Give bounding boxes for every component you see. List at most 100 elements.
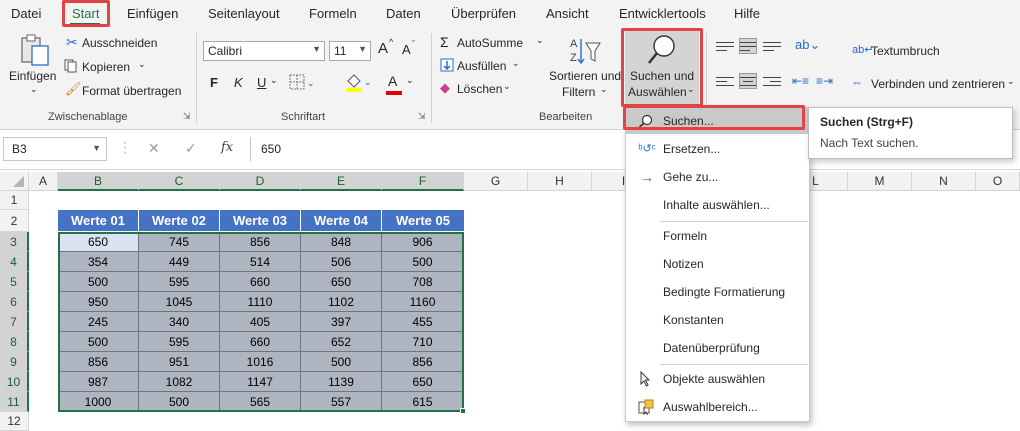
row-header-8[interactable]: 8	[0, 332, 29, 352]
table-cell[interactable]: 856	[220, 232, 301, 252]
table-cell[interactable]: 848	[301, 232, 382, 252]
menu-item-goto-special[interactable]: Inhalte auswählen...	[626, 192, 809, 218]
table-cell[interactable]: 1147	[220, 372, 301, 392]
table-cell[interactable]: 650	[301, 272, 382, 292]
table-header-cell[interactable]: Werte 03	[220, 210, 301, 231]
tab-ueberpruefen[interactable]: Überprüfen	[451, 6, 516, 21]
fill-handle[interactable]	[460, 408, 466, 414]
table-cell[interactable]: 340	[139, 312, 220, 332]
menu-item-constants[interactable]: Konstanten	[626, 307, 809, 333]
copy-button[interactable]: Kopieren	[82, 60, 130, 74]
merge-chevron-icon[interactable]: ⌄	[1007, 76, 1015, 87]
column-header-n[interactable]: N	[912, 172, 976, 191]
align-left-icon[interactable]	[716, 74, 734, 90]
name-box[interactable]: B3 ▼	[3, 137, 107, 161]
table-cell[interactable]: 449	[139, 252, 220, 272]
table-cell[interactable]: 397	[301, 312, 382, 332]
orientation-icon[interactable]: ab⌄	[795, 37, 820, 53]
table-cell[interactable]: 856	[382, 352, 464, 372]
menu-item-formulas[interactable]: Formeln	[626, 223, 809, 249]
grow-font-button[interactable]: A	[378, 40, 388, 57]
align-top-icon[interactable]	[716, 39, 734, 55]
menu-item-select-objects[interactable]: Objekte auswählen	[626, 366, 809, 392]
tab-seitenlayout[interactable]: Seitenlayout	[208, 6, 280, 21]
tab-datei[interactable]: Datei	[11, 6, 41, 21]
table-cell[interactable]: 405	[220, 312, 301, 332]
table-cell[interactable]: 595	[139, 272, 220, 292]
underline-button[interactable]: U	[257, 75, 266, 90]
table-cell[interactable]: 500	[382, 252, 464, 272]
copy-chevron-icon[interactable]: ⌄	[138, 59, 146, 70]
table-header-cell[interactable]: Werte 05	[382, 210, 464, 231]
column-header-g[interactable]: G	[464, 172, 528, 191]
paste-chevron-icon[interactable]: ⌄	[30, 84, 38, 95]
paste-label[interactable]: Einfügen	[9, 69, 56, 83]
table-cell[interactable]: 906	[382, 232, 464, 252]
row-header-9[interactable]: 9	[0, 352, 29, 372]
column-header-f[interactable]: F	[382, 172, 464, 191]
table-cell[interactable]: 1110	[220, 292, 301, 312]
column-header-d[interactable]: D	[220, 172, 301, 191]
table-cell[interactable]: 506	[301, 252, 382, 272]
align-right-icon[interactable]	[763, 74, 781, 90]
table-cell[interactable]: 557	[301, 392, 382, 412]
table-cell[interactable]: 565	[220, 392, 301, 412]
wrap-text-button[interactable]: Textumbruch	[871, 44, 940, 58]
sort-filter-button[interactable]: Sortieren und	[549, 69, 621, 83]
table-cell[interactable]: 652	[301, 332, 382, 352]
table-cell[interactable]: 245	[58, 312, 139, 332]
align-bottom-icon[interactable]	[763, 39, 781, 55]
table-cell[interactable]: 514	[220, 252, 301, 272]
row-header-10[interactable]: 10	[0, 372, 29, 392]
table-cell[interactable]: 455	[382, 312, 464, 332]
autosum-button[interactable]: AutoSumme	[457, 36, 523, 50]
row-header-11[interactable]: 11	[0, 392, 29, 412]
border-icon[interactable]: ⌄	[289, 74, 315, 92]
column-header-m[interactable]: M	[848, 172, 912, 191]
table-cell[interactable]: 745	[139, 232, 220, 252]
menu-item-data-validation[interactable]: Datenüberprüfung	[626, 335, 809, 361]
table-cell[interactable]: 500	[58, 332, 139, 352]
font-name-combo[interactable]: Calibri ▼	[203, 41, 325, 61]
table-cell[interactable]: 1139	[301, 372, 382, 392]
tab-entwicklertools[interactable]: Entwicklertools	[619, 6, 706, 21]
table-cell[interactable]: 951	[139, 352, 220, 372]
table-header-cell[interactable]: Werte 04	[301, 210, 382, 231]
sort-filter-label-line2[interactable]: Filtern	[562, 85, 595, 99]
decrease-indent-icon[interactable]: ⇤≡	[792, 74, 809, 88]
fill-color-icon[interactable]: ⌄	[343, 71, 373, 93]
column-header-b[interactable]: B	[58, 172, 139, 191]
table-cell[interactable]: 1016	[220, 352, 301, 372]
table-cell[interactable]: 500	[139, 392, 220, 412]
column-header-a[interactable]: A	[29, 172, 58, 191]
row-header-6[interactable]: 6	[0, 292, 29, 312]
table-cell[interactable]: 1045	[139, 292, 220, 312]
row-header-1[interactable]: 1	[0, 191, 29, 210]
table-cell[interactable]: 500	[301, 352, 382, 372]
clipboard-launcher-icon[interactable]: ⇲	[183, 111, 191, 122]
autosum-chevron-icon[interactable]: ⌄	[536, 35, 544, 46]
paste-icon[interactable]	[20, 33, 52, 67]
row-header-5[interactable]: 5	[0, 272, 29, 292]
table-cell[interactable]: 987	[58, 372, 139, 392]
table-cell[interactable]: 710	[382, 332, 464, 352]
table-cell[interactable]: 856	[58, 352, 139, 372]
clear-chevron-icon[interactable]: ⌄	[503, 81, 511, 92]
table-cell[interactable]: 950	[58, 292, 139, 312]
tab-ansicht[interactable]: Ansicht	[546, 6, 589, 21]
merge-center-button[interactable]: Verbinden und zentrieren	[871, 77, 1005, 91]
column-header-c[interactable]: C	[139, 172, 220, 191]
table-cell[interactable]: 1082	[139, 372, 220, 392]
table-cell[interactable]: 354	[58, 252, 139, 272]
cut-button[interactable]: Ausschneiden	[82, 36, 157, 50]
insert-function-icon[interactable]: fx	[221, 140, 233, 155]
align-center-icon[interactable]	[739, 73, 757, 89]
font-launcher-icon[interactable]: ⇲	[418, 111, 426, 122]
column-header-e[interactable]: E	[301, 172, 382, 191]
bold-button[interactable]: F	[210, 75, 218, 90]
underline-chevron-icon[interactable]: ⌄	[270, 75, 278, 86]
table-header-cell[interactable]: Werte 02	[139, 210, 220, 231]
table-cell[interactable]: 708	[382, 272, 464, 292]
table-cell[interactable]: 1102	[301, 292, 382, 312]
sort-filter-chevron-icon[interactable]: ⌄	[600, 84, 608, 95]
